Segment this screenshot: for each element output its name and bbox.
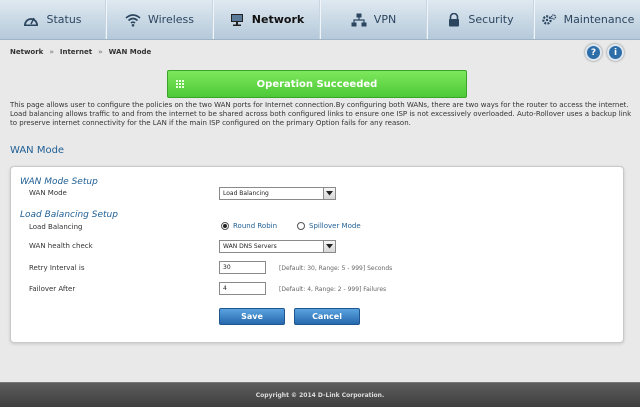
tab-security[interactable]: Security: [427, 0, 534, 39]
spillover-mode-radio[interactable]: Spillover Mode: [297, 222, 361, 230]
load-balancing-label: Load Balancing: [29, 223, 83, 231]
round-robin-radio[interactable]: Round Robin: [221, 222, 277, 230]
success-banner: Operation Succeeded: [167, 70, 467, 98]
breadcrumb-wan-mode: WAN Mode: [108, 48, 152, 56]
tab-label: Security: [468, 13, 514, 26]
retry-interval-hint: [Default: 30, Range: 5 - 999] Seconds: [279, 265, 393, 272]
tab-label: Network: [251, 13, 305, 26]
wan-mode-panel: WAN Mode Setup WAN Mode Load Balancing L…: [10, 166, 624, 343]
network-icon: [351, 13, 367, 27]
tab-label: Wireless: [147, 13, 195, 26]
breadcrumb-internet[interactable]: Internet: [60, 48, 92, 56]
radio-selected[interactable]: [221, 222, 229, 230]
section-title: WAN Mode: [10, 145, 65, 156]
wan-health-check-label: WAN health check: [29, 242, 93, 250]
wifi-icon: [125, 13, 141, 27]
chevron-down-icon[interactable]: [323, 241, 335, 252]
failover-after-input[interactable]: 4: [219, 282, 266, 295]
top-navigation: Status Wireless Network VPN Security Mai…: [0, 0, 640, 40]
breadcrumb-separator: »: [98, 48, 103, 56]
save-button[interactable]: Save: [219, 308, 285, 325]
gear-icon: [541, 13, 557, 27]
help-icon[interactable]: ?: [585, 44, 602, 61]
breadcrumb-network[interactable]: Network: [10, 48, 43, 56]
retry-interval-input[interactable]: 30: [219, 261, 266, 274]
wan-health-check-select[interactable]: WAN DNS Servers: [219, 240, 336, 253]
lock-icon: [447, 12, 461, 27]
gauge-icon: [23, 13, 39, 27]
footer-copyright: Copyright © 2014 D-Link Corporation.: [0, 382, 640, 407]
failover-after-hint: [Default: 4, Range: 2 - 999] Failures: [279, 286, 387, 293]
wan-mode-setup-title: WAN Mode Setup: [20, 177, 98, 187]
tab-wireless[interactable]: Wireless: [106, 0, 213, 39]
load-balancing-setup-title: Load Balancing Setup: [20, 210, 118, 220]
tab-label: VPN: [373, 13, 397, 26]
wan-mode-value: Load Balancing: [223, 190, 269, 197]
page-description: This page allows user to configure the p…: [10, 101, 632, 127]
banner-text: Operation Succeeded: [256, 78, 378, 90]
monitor-icon: [229, 13, 245, 27]
wan-mode-label: WAN Mode: [29, 189, 67, 197]
tab-maintenance[interactable]: Maintenance: [534, 0, 640, 39]
spillover-mode-label: Spillover Mode: [309, 222, 361, 230]
tab-label: Status: [46, 13, 82, 26]
retry-interval-label: Retry Interval is: [29, 264, 85, 272]
tab-label: Maintenance: [563, 13, 635, 26]
wan-mode-select[interactable]: Load Balancing: [219, 187, 336, 200]
round-robin-label: Round Robin: [233, 222, 278, 230]
wan-health-check-value: WAN DNS Servers: [223, 243, 277, 250]
radio-unselected[interactable]: [297, 222, 305, 230]
grip-icon: [176, 80, 184, 88]
tab-vpn[interactable]: VPN: [320, 0, 427, 39]
breadcrumb: Network » Internet » WAN Mode: [10, 48, 151, 56]
cancel-button[interactable]: Cancel: [294, 308, 360, 325]
failover-after-label: Failover After: [29, 285, 76, 293]
tab-network[interactable]: Network: [213, 0, 320, 39]
chevron-down-icon[interactable]: [323, 188, 335, 199]
breadcrumb-separator: »: [49, 48, 54, 56]
info-icon[interactable]: i: [607, 44, 624, 61]
tab-status[interactable]: Status: [0, 0, 106, 39]
